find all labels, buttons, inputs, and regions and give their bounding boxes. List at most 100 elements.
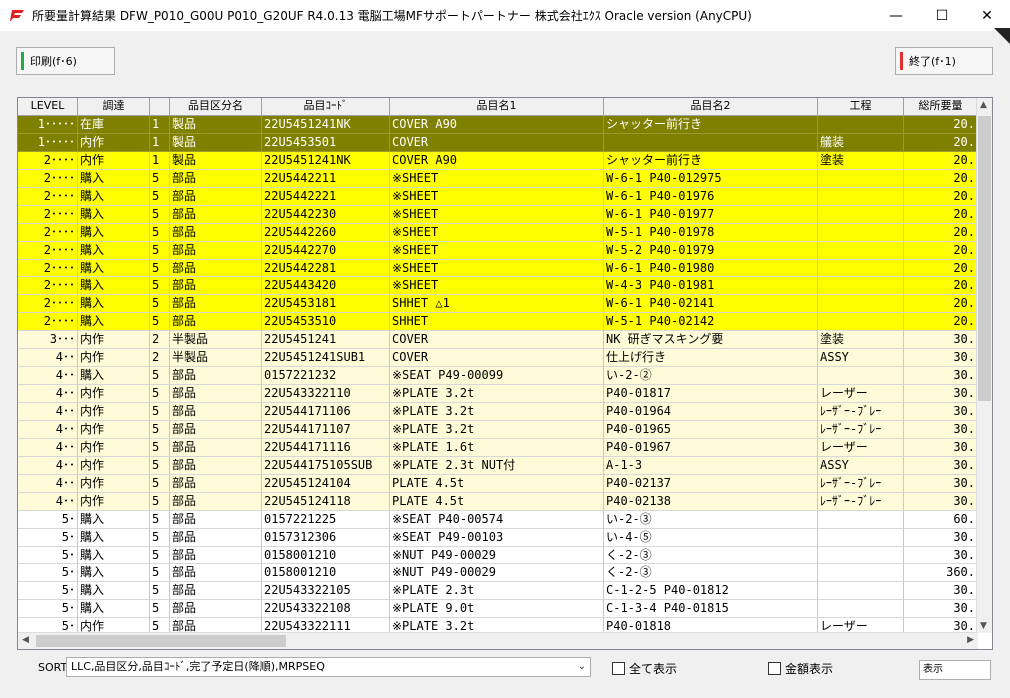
column-header-total-requirement[interactable]: 総所要量 (904, 98, 978, 115)
cell-item-code: 0158001210 (262, 564, 390, 583)
cell-item-name-1: ※NUT P49-00029 (390, 564, 604, 583)
exit-button[interactable]: 終了(f･1) (895, 47, 993, 75)
table-row[interactable]: 5･ 購入 5 部品 22U543322108 ※PLATE 9.0t C-1-3-4 P4… (18, 600, 978, 619)
table-row[interactable]: 2････ 内作 1 製品 22U5451241NK COVER A90 シャッター前行き塗… (18, 151, 978, 170)
print-button[interactable]: 印刷(f･6) (16, 47, 115, 75)
table-row[interactable]: 2････ 購入 5 部品 22U5442230 ※SHEET W-6-1 P40-0197… (18, 205, 978, 224)
cell-item-name-2: W-6-1 P40-01977 (604, 205, 818, 224)
horizontal-scroll-thumb[interactable] (36, 635, 286, 647)
result-grid[interactable]: LEVEL 調達 品目区分名 品目ｺｰﾄﾞ 品目名1 品目名2 工程 総所要量 1･････在… (17, 97, 993, 650)
cell-procurement: 購入 (78, 313, 150, 332)
grid-header: LEVEL 調達 品目区分名 品目ｺｰﾄﾞ 品目名1 品目名2 工程 総所要量 (18, 98, 978, 116)
scroll-down-icon[interactable]: ▼ (980, 621, 987, 631)
column-header-item-code[interactable]: 品目ｺｰﾄﾞ (262, 98, 390, 115)
cell-category-name: 部品 (170, 546, 262, 565)
app-logo-icon (10, 10, 24, 21)
table-row[interactable]: 2････ 購入 5 部品 22U5442270 ※SHEET W-5-2 P40-0197… (18, 241, 978, 260)
table-row[interactable]: 1･････ 内作 1 製品 22U5453501 COVER 艤装 20. (18, 133, 978, 152)
cell-category-name: 部品 (170, 169, 262, 188)
table-row[interactable]: 5･ 購入 5 部品 0157221225 ※SEAT P40-00574 い-2-③ 60. (18, 510, 978, 529)
cell-procurement: 内作 (78, 456, 150, 475)
table-row[interactable]: 3･･･ 内作 2 半製品 22U5451241 COVER NK 研ぎマスキング要 塗装 30… (18, 331, 978, 350)
table-row[interactable]: 4･･ 内作 5 部品 22U544171106 ※PLATE 3.2t P40-01964… (18, 403, 978, 421)
cell-process (818, 205, 904, 224)
show-all-checkbox-box[interactable] (612, 662, 625, 675)
table-row[interactable]: 5･ 購入 5 部品 0158001210 ※NUT P49-00029 く-2-③ 360. (18, 564, 978, 583)
cell-item-name-2: W-4-3 P40-01981 (604, 277, 818, 296)
cell-category-name: 部品 (170, 259, 262, 278)
minimize-button[interactable]: — (873, 0, 919, 31)
scroll-up-icon[interactable]: ▲ (980, 100, 987, 110)
cell-category-name: 半製品 (170, 349, 262, 368)
table-row[interactable]: 4･･ 内作 5 部品 22U545124104 PLATE 4.5t P40-02137 ﾚ… (18, 474, 978, 493)
table-row[interactable]: 2････ 購入 5 部品 22U5442221 ※SHEET W-6-1 P40-0197… (18, 187, 978, 206)
scroll-right-icon[interactable]: ▶ (967, 635, 974, 645)
table-row[interactable]: 5･ 購入 5 部品 0158001210 ※NUT P49-00029 く-2-③ 30. (18, 546, 978, 565)
sort-select[interactable]: LLC,品目区分,品目ｺｰﾄﾞ,完了予定日(降順),MRPSEQ ⌄ (66, 657, 591, 677)
table-row[interactable]: 4･･ 購入 5 部品 0157221232 ※SEAT P49-00099 い-2-② 30… (18, 367, 978, 386)
table-row[interactable]: 4･･ 内作 2 半製品 22U5451241SUB1 COVER 仕上げ行き ASSY 30. (18, 349, 978, 368)
cell-procurement: 購入 (78, 241, 150, 260)
table-row[interactable]: 4･･ 内作 5 部品 22U544175105SUB ※PLATE 2.3t NUT付 A… (18, 456, 978, 475)
cell-level: 5･ (18, 528, 78, 547)
cell-item-name-2: P40-01967 (604, 438, 818, 457)
cell-process (818, 241, 904, 260)
maximize-button[interactable]: ☐ (919, 0, 965, 31)
column-header-level[interactable]: LEVEL (18, 98, 78, 115)
column-header-item-name-2[interactable]: 品目名2 (604, 98, 818, 115)
table-row[interactable]: 2････ 購入 5 部品 22U5453510 SHHET W-5-1 P40-02142… (18, 313, 978, 332)
cell-total-requirement: 20. (904, 169, 978, 188)
column-header-process[interactable]: 工程 (818, 98, 904, 115)
table-row[interactable]: 5･ 購入 5 部品 22U543322105 ※PLATE 2.3t C-1-2-5 P4… (18, 582, 978, 601)
table-row[interactable]: 5･ 購入 5 部品 0157312306 ※SEAT P49-00103 い-4-⑤ 30. (18, 528, 978, 547)
cell-item-name-2 (604, 133, 818, 152)
vertical-scrollbar[interactable]: ▲ ▼ (976, 98, 992, 633)
table-row[interactable]: 4･･ 内作 5 部品 22U543322110 ※PLATE 3.2t P40-01817… (18, 385, 978, 403)
cell-category-code: 2 (150, 331, 170, 350)
cell-category-name: 部品 (170, 510, 262, 529)
cell-procurement: 購入 (78, 223, 150, 242)
cell-item-name-1: SHHET (390, 313, 604, 332)
display-field[interactable]: 表示 (919, 660, 991, 680)
cell-item-name-2: く-2-③ (604, 564, 818, 583)
cell-category-code: 5 (150, 438, 170, 457)
table-row[interactable]: 4･･ 内作 5 部品 22U544171107 ※PLATE 3.2t P40-01965… (18, 420, 978, 439)
column-header-procurement[interactable]: 調達 (78, 98, 150, 115)
cell-item-name-2: P40-01965 (604, 420, 818, 439)
cell-total-requirement: 30. (904, 367, 978, 386)
show-all-checkbox[interactable]: 全て表示 (612, 660, 677, 677)
cell-level: 5･ (18, 510, 78, 529)
cell-item-name-1: COVER (390, 349, 604, 368)
table-row[interactable]: 2････ 購入 5 部品 22U5443420 ※SHEET W-4-3 P40-0198… (18, 277, 978, 296)
cell-procurement: 購入 (78, 564, 150, 583)
table-row[interactable]: 2････ 購入 5 部品 22U5442281 ※SHEET W-6-1 P40-0198… (18, 259, 978, 278)
vertical-scroll-thumb[interactable] (978, 116, 991, 401)
column-header-category-code[interactable] (150, 98, 170, 115)
exit-indicator-icon (900, 52, 903, 70)
table-row[interactable]: 4･･ 内作 5 部品 22U545124118 PLATE 4.5t P40-02138 ﾚ… (18, 492, 978, 511)
help-corner-icon[interactable] (994, 28, 1010, 44)
cell-process: 塗装 (818, 151, 904, 170)
table-row[interactable]: 2････ 購入 5 部品 22U5453181 SHHET △1 W-6-1 P40-02… (18, 295, 978, 314)
column-header-category-name[interactable]: 品目区分名 (170, 98, 262, 115)
show-amount-checkbox-box[interactable] (768, 662, 781, 675)
horizontal-scrollbar[interactable]: ◀ ▶ (18, 632, 978, 649)
scroll-left-icon[interactable]: ◀ (22, 635, 29, 645)
table-row[interactable]: 2････ 購入 5 部品 22U5442260 ※SHEET W-5-1 P40-0197… (18, 223, 978, 242)
cell-item-name-1: ※SEAT P40-00574 (390, 510, 604, 529)
table-row[interactable]: 1･････ 在庫 1 製品 22U5451241NK COVER A90 シャッター前行き… (18, 116, 978, 134)
table-row[interactable]: 2････ 購入 5 部品 22U5442211 ※SHEET W-6-1 P40-0129… (18, 169, 978, 188)
cell-procurement: 購入 (78, 510, 150, 529)
cell-item-name-2: W-6-1 P40-012975 (604, 169, 818, 188)
cell-item-name-2: い-2-③ (604, 510, 818, 529)
close-button[interactable]: ✕ (964, 0, 1010, 31)
cell-process: レーザー (818, 438, 904, 457)
cell-level: 2････ (18, 187, 78, 206)
cell-category-name: 部品 (170, 600, 262, 619)
cell-category-code: 5 (150, 367, 170, 386)
show-amount-checkbox[interactable]: 金額表示 (768, 660, 833, 677)
cell-item-code: 22U5453181 (262, 295, 390, 314)
column-header-item-name-1[interactable]: 品目名1 (390, 98, 604, 115)
cell-item-code: 22U5451241 (262, 331, 390, 350)
table-row[interactable]: 4･･ 内作 5 部品 22U544171116 ※PLATE 1.6t P40-01967… (18, 438, 978, 457)
